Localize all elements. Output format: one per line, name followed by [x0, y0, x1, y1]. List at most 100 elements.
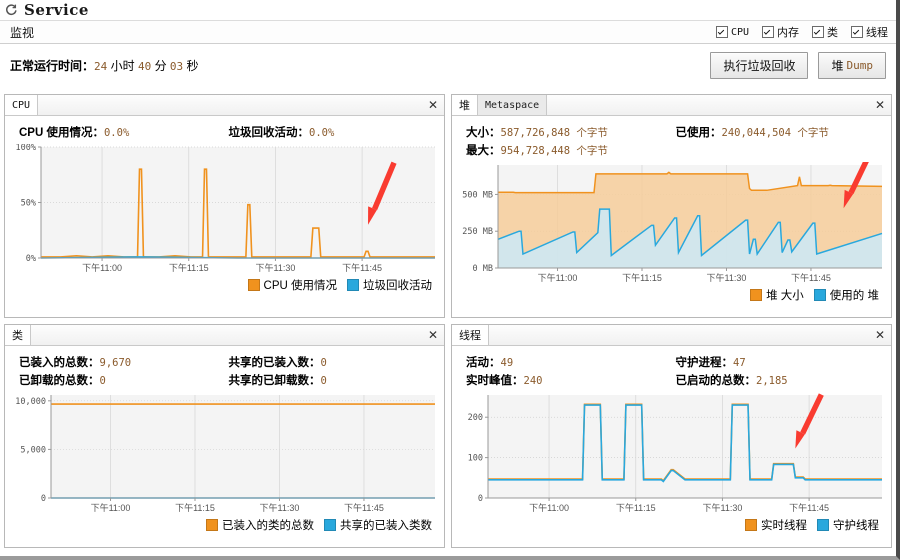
uptime-seconds: 03 [169, 59, 184, 73]
threads-started-total-stat: 已启动的总数：2,185 [676, 372, 886, 388]
heap-legend-item-size[interactable]: 堆 大小 [750, 287, 804, 303]
cpu-usage-label: CPU 使用情况： [19, 127, 104, 139]
heap-used-stat: 已使用：240,044,504 个字节 [676, 124, 886, 140]
heap-panel-header: 堆 Metaspace ✕ [452, 95, 891, 116]
threads-peak-stat: 实时峰值：240 [466, 372, 676, 388]
checkbox-threads-box[interactable] [851, 26, 863, 38]
cpu-panel-close-icon[interactable]: ✕ [422, 95, 444, 115]
svg-text:100%: 100% [16, 144, 36, 153]
classes-shared-loaded-value: 0 [320, 357, 327, 369]
threads-panel-header: 线程 ✕ [452, 325, 891, 346]
svg-text:0%: 0% [26, 254, 36, 264]
svg-text:下午11:15: 下午11:15 [622, 272, 662, 283]
metric-checkbox-group: CPU 内存 类 线程 [715, 24, 888, 40]
checkbox-memory-box[interactable] [762, 26, 774, 38]
heap-legend-item-used[interactable]: 使用的 堆 [813, 287, 879, 303]
tab-metaspace[interactable]: Metaspace [478, 95, 548, 115]
svg-text:下午11:30: 下午11:30 [707, 272, 747, 283]
classes-plot: 0 5,000 10,000 下午11:00 下午11:15 下午11:30 下午11:45 [11, 392, 440, 516]
checkbox-classes-box[interactable] [812, 26, 824, 38]
classes-panel: 类 ✕ 已装入的总数：9,670 共享的已装入数：0 已卸载的总数：0 共享的已… [4, 324, 445, 548]
heap-max-label: 最大： [466, 145, 501, 157]
cpu-panel: CPU ✕ CPU 使用情况：0.0% 垃圾回收活动：0.0% 0% 50% 100… [4, 94, 445, 318]
threads-peak-value: 240 [523, 375, 543, 387]
svg-text:下午11:45: 下午11:45 [789, 502, 829, 513]
checkbox-classes[interactable]: 类 [812, 24, 838, 40]
tab-metaspace-label: Metaspace [485, 99, 540, 111]
classes-panel-close-icon[interactable]: ✕ [422, 325, 444, 345]
classes-stats: 已装入的总数：9,670 共享的已装入数：0 已卸载的总数：0 共享的已卸载数：… [11, 352, 440, 392]
heap-legend-swatch-size [750, 289, 763, 301]
svg-text:下午11:15: 下午11:15 [169, 262, 209, 273]
svg-text:下午11:45: 下午11:45 [344, 502, 384, 513]
heap-max-value: 954,728,448 个字节 [500, 145, 608, 157]
classes-legend-swatch-total [206, 519, 218, 531]
tab-classes[interactable]: 类 [5, 325, 31, 345]
heap-panel-close-icon[interactable]: ✕ [869, 95, 891, 115]
classes-legend-swatch-shared [324, 519, 336, 531]
checkbox-memory[interactable]: 内存 [762, 24, 799, 40]
threads-panel-body: 活动：49 守护进程：47 实时峰值：240 已启动的总数：2,185 0 100… [452, 346, 891, 547]
uptime-label: 正常运行时间： [10, 58, 95, 73]
threads-panel: 线程 ✕ 活动：49 守护进程：47 实时峰值：240 已启动的总数：2,185… [451, 324, 892, 548]
svg-text:下午11:00: 下午11:00 [82, 262, 122, 273]
threads-plot: 0 100 200 下午11:00 下午11:15 下午11:30 下午11:45 [458, 392, 887, 516]
cpu-stats: CPU 使用情况：0.0% 垃圾回收活动：0.0% [11, 122, 440, 144]
svg-text:200: 200 [468, 413, 483, 423]
gc-activity-label: 垃圾回收活动： [228, 127, 310, 139]
checkbox-cpu-label: CPU [730, 26, 749, 38]
threads-panel-close-icon[interactable]: ✕ [869, 325, 891, 345]
threads-legend-item-live[interactable]: 实时线程 [745, 517, 807, 533]
heap-legend-label-used: 使用的 堆 [829, 290, 879, 302]
svg-text:10,000: 10,000 [15, 397, 46, 407]
tab-heap[interactable]: 堆 [452, 95, 478, 115]
cpu-legend-item-gc[interactable]: 垃圾回收活动 [347, 277, 432, 293]
threads-legend-item-daemon[interactable]: 守护线程 [817, 517, 879, 533]
checkbox-threads[interactable]: 线程 [851, 24, 888, 40]
uptime-hours-unit: 小时 [110, 58, 135, 73]
panel-grid: CPU ✕ CPU 使用情况：0.0% 垃圾回收活动：0.0% 0% 50% 100… [4, 94, 892, 554]
checkbox-cpu[interactable]: CPU [715, 26, 749, 38]
uptime-minutes: 40 [137, 59, 152, 73]
classes-shared-loaded-stat: 共享的已装入数：0 [229, 354, 439, 370]
threads-started-total-label: 已启动的总数： [675, 375, 757, 387]
tab-cpu[interactable]: CPU [5, 95, 39, 115]
heap-used-label: 已使用： [675, 127, 722, 139]
tab-threads[interactable]: 线程 [452, 325, 489, 345]
svg-text:下午11:30: 下午11:30 [256, 262, 296, 273]
threads-legend-swatch-live [745, 519, 757, 531]
threads-daemon-label: 守护进程： [675, 357, 734, 369]
window-title: Service [24, 1, 89, 19]
heap-legend-label-size: 堆 大小 [766, 290, 804, 302]
threads-live-label: 活动： [466, 357, 501, 369]
classes-unloaded-total-label: 已卸载的总数： [19, 375, 100, 387]
classes-legend-item-shared[interactable]: 共享的已装入类数 [324, 517, 432, 533]
cpu-legend-label-usage: CPU 使用情况 [263, 280, 337, 292]
uptime-hours: 24 [94, 59, 108, 73]
checkbox-cpu-box[interactable] [715, 26, 728, 38]
cpu-legend-item-usage[interactable]: CPU 使用情况 [247, 277, 337, 293]
svg-text:0 MB: 0 MB [473, 264, 493, 274]
svg-text:下午11:45: 下午11:45 [791, 272, 831, 283]
classes-legend-item-total[interactable]: 已装入的类的总数 [206, 517, 314, 533]
svg-text:下午11:45: 下午11:45 [342, 262, 382, 273]
perform-gc-button[interactable]: 执行垃圾回收 [710, 51, 809, 79]
menu-item-monitor[interactable]: 监视 [10, 24, 34, 41]
heap-max-stat: 最大：954,728,448 个字节 [466, 142, 676, 158]
heap-panel-body: 大小：587,726,848 个字节 已使用：240,044,504 个字节 最… [452, 116, 891, 317]
classes-legend-label-total: 已装入的类的总数 [222, 520, 314, 532]
checkbox-threads-label: 线程 [866, 27, 888, 39]
svg-text:0: 0 [41, 494, 46, 504]
svg-text:下午11:00: 下午11:00 [529, 502, 569, 513]
threads-live-stat: 活动：49 [466, 354, 676, 370]
heap-dump-button[interactable]: 堆 Dump [818, 51, 886, 79]
svg-text:下午11:15: 下午11:15 [175, 502, 215, 513]
heap-stat-empty [676, 142, 886, 158]
cpu-usage-value: 0.0% [103, 127, 130, 139]
action-button-row: 执行垃圾回收 堆 Dump [710, 51, 886, 79]
cpu-panel-body: CPU 使用情况：0.0% 垃圾回收活动：0.0% 0% 50% 100% 下午11:… [5, 116, 444, 317]
heap-chart-svg: 0 MB 250 MB 500 MB 下午11:00 下午11:15 下午11:30 下午1… [462, 162, 883, 283]
menubar: 监视 CPU 内存 类 线程 [0, 20, 896, 44]
svg-text:0: 0 [478, 494, 483, 504]
gc-activity-stat: 垃圾回收活动：0.0% [229, 124, 439, 140]
